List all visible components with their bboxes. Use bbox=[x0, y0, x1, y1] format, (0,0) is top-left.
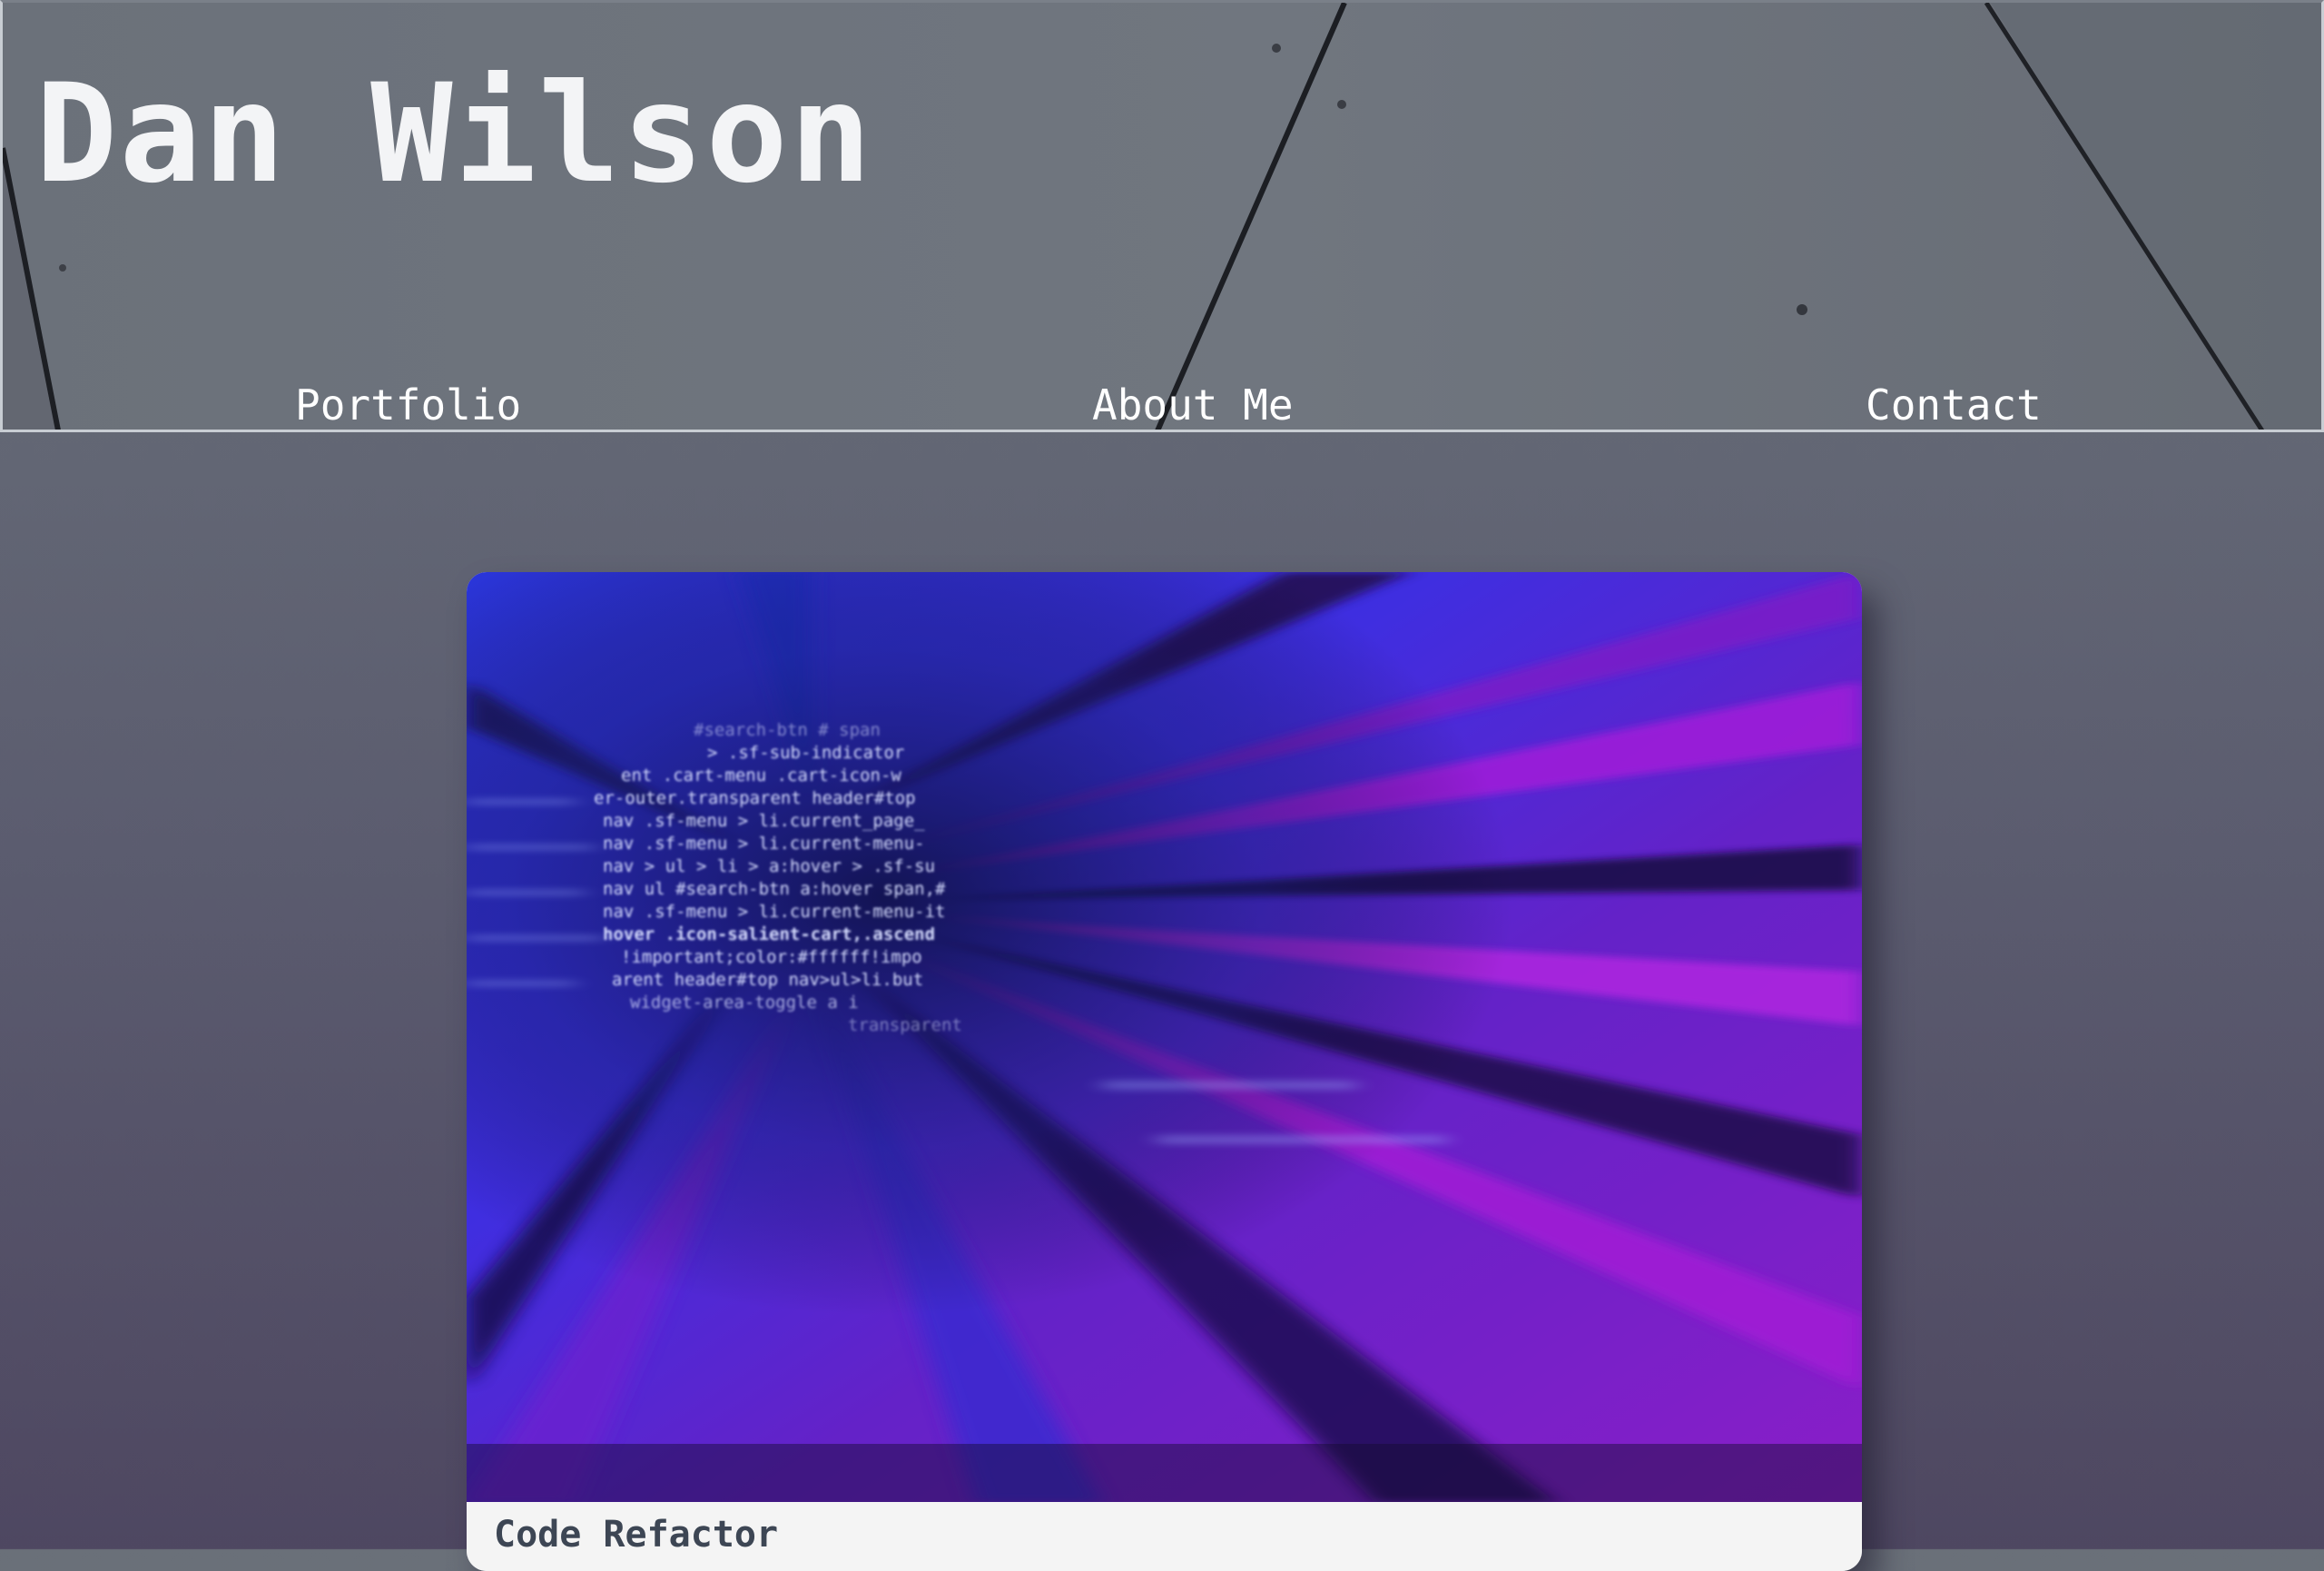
code-line: nav .sf-menu > li.current-menu-it bbox=[603, 902, 946, 922]
site-header: Dan Wilson Portfolio About Me Contact bbox=[0, 0, 2324, 432]
code-line: transparent bbox=[848, 1015, 962, 1035]
code-line: nav .sf-menu > li.current-menu- bbox=[603, 834, 925, 854]
project-card[interactable]: #search-btn # span > .sf-sub-indicator e… bbox=[467, 572, 1862, 1571]
code-line: #search-btn # span bbox=[694, 720, 881, 740]
code-line: > .sf-sub-indicator bbox=[707, 743, 904, 763]
nav-link-portfolio[interactable]: Portfolio bbox=[295, 384, 521, 426]
code-line: !important;color:#ffffff!impo bbox=[621, 947, 922, 967]
nav-link-contact[interactable]: Contact bbox=[1866, 384, 2042, 426]
site-title: Dan Wilson bbox=[35, 55, 874, 213]
code-line: hover .icon-salient-cart,.ascend bbox=[603, 924, 935, 944]
main-content: #search-btn # span > .sf-sub-indicator e… bbox=[0, 432, 2324, 1571]
code-line: widget-area-toggle a i bbox=[630, 993, 859, 1013]
code-line: ent .cart-menu .cart-icon-w bbox=[621, 766, 901, 786]
code-line: arent header#top nav>ul>li.but bbox=[612, 970, 923, 990]
code-line: er-outer.transparent header#top bbox=[594, 788, 916, 808]
code-screen-image[interactable]: #search-btn # span > .sf-sub-indicator e… bbox=[467, 572, 1862, 1502]
project-caption: Code Refactor bbox=[467, 1502, 1862, 1571]
code-line: nav ul #search-btn a:hover span,# bbox=[603, 879, 946, 899]
project-title[interactable]: Code Refactor bbox=[494, 1517, 778, 1553]
code-line: nav .sf-menu > li.current_page_ bbox=[603, 811, 925, 831]
code-line: nav > ul > li > a:hover > .sf-su bbox=[603, 856, 935, 876]
nav-link-about-me[interactable]: About Me bbox=[1092, 384, 1294, 426]
